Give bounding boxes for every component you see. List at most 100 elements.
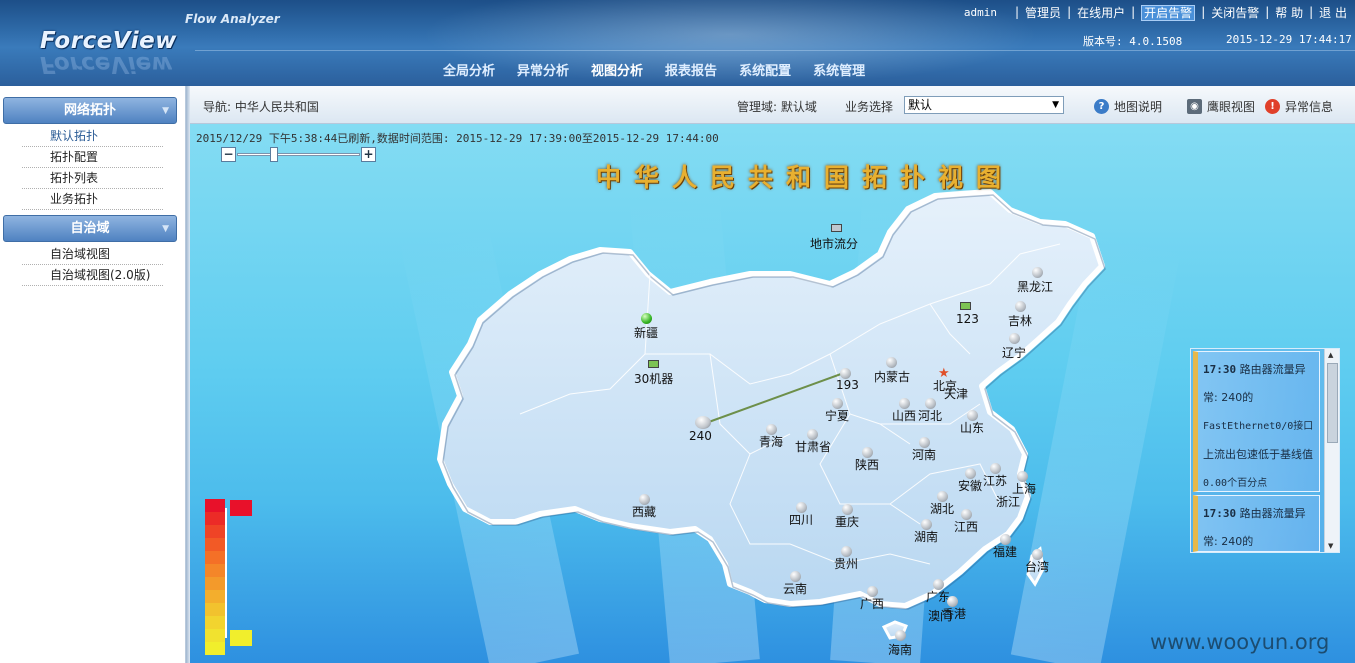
- alert-item[interactable]: 17:30 路由器流量异 常: 240的: [1193, 495, 1320, 552]
- sidebar: 网络拓扑 ▼ 默认拓扑 拓扑配置 拓扑列表 业务拓扑 自治域 ▼ 自治域视图 自…: [0, 86, 186, 663]
- sidebar-item-business-topology[interactable]: 业务拓扑: [22, 189, 163, 210]
- scroll-thumb[interactable]: [1327, 363, 1338, 443]
- node-label: 30机器: [634, 372, 674, 386]
- username: admin: [963, 5, 997, 19]
- legend-swatch: [205, 603, 225, 616]
- node-label: 山西: [892, 409, 917, 423]
- china-map-shape: [437, 189, 1106, 640]
- node-icon: [641, 313, 652, 324]
- link-icon: [831, 224, 842, 232]
- legend-swatch: [205, 499, 225, 512]
- node-label: 浙江: [996, 495, 1021, 509]
- alert-scrollbar[interactable]: ▲ ▼: [1324, 349, 1339, 552]
- link-online-users[interactable]: 在线用户: [1071, 4, 1131, 21]
- node-label: 山东: [960, 421, 985, 435]
- sidebar-item-default-topology[interactable]: 默认拓扑: [22, 126, 163, 147]
- collapse-arrow-icon[interactable]: ▼: [162, 99, 169, 124]
- node-label: 四川: [789, 513, 814, 527]
- map-help-button[interactable]: ? 地图说明: [1094, 98, 1162, 115]
- nav-global-analysis[interactable]: 全局分析: [432, 60, 506, 79]
- nav-reports[interactable]: 报表报告: [654, 60, 728, 79]
- node-label: 黑龙江: [1017, 280, 1054, 294]
- alert-text: 常: 240的: [1203, 535, 1254, 548]
- help-icon: ?: [1094, 99, 1109, 114]
- collapse-arrow-icon[interactable]: ▼: [162, 217, 169, 242]
- legend-swatch: [205, 590, 225, 603]
- scroll-down-icon[interactable]: ▼: [1328, 542, 1333, 550]
- sidebar-item-as-view[interactable]: 自治域视图: [22, 244, 163, 265]
- sidebar-item-as-view-v2[interactable]: 自治域视图(2.0版): [22, 265, 163, 286]
- management-domain: 管理域: 默认域: [737, 100, 817, 114]
- link-enable-alerts[interactable]: 开启告警: [1141, 4, 1196, 21]
- node-label: 安徽: [958, 479, 983, 493]
- node-icon: [1032, 267, 1043, 278]
- zoom-thumb[interactable]: [270, 147, 278, 162]
- datetime-text: 2015-12-29 17:44:17: [1226, 33, 1352, 46]
- alert-item[interactable]: 17:30 路由器流量异 常: 240的 FastEthernet0/0接口 上…: [1193, 351, 1320, 492]
- sidebar-item-topology-list[interactable]: 拓扑列表: [22, 168, 163, 189]
- section-title: 网络拓扑: [63, 103, 116, 118]
- warning-icon: !: [1265, 99, 1280, 114]
- legend-swatch: [205, 577, 225, 590]
- alert-text: 上流出包速低于基线值: [1203, 448, 1313, 461]
- legend-swatch: [205, 538, 225, 551]
- link-icon: [960, 302, 971, 310]
- scroll-up-icon[interactable]: ▲: [1328, 351, 1333, 359]
- node-icon: [886, 357, 897, 368]
- node-label: 江西: [954, 520, 979, 534]
- sidebar-section-topology[interactable]: 网络拓扑 ▼: [3, 97, 177, 124]
- legend-min-swatch: [230, 630, 252, 646]
- business-select[interactable]: 默认 ▼: [904, 96, 1064, 114]
- product-name: Flow Analyzer: [185, 12, 280, 26]
- sidebar-item-topology-config[interactable]: 拓扑配置: [22, 147, 163, 168]
- sidebar-section-autonomous-domain[interactable]: 自治域 ▼: [3, 215, 177, 242]
- node-label: 海南: [888, 643, 913, 657]
- nav-anomaly-analysis[interactable]: 异常分析: [506, 60, 580, 79]
- zoom-in-button[interactable]: +: [361, 147, 376, 162]
- node-label: 193: [836, 378, 859, 392]
- link-logout[interactable]: 退 出: [1313, 4, 1355, 21]
- node-icon: [895, 630, 906, 641]
- dropdown-arrow-icon[interactable]: ▼: [1052, 97, 1059, 113]
- alert-panel[interactable]: 17:30 路由器流量异 常: 240的 FastEthernet0/0接口 上…: [1190, 348, 1340, 553]
- link-help[interactable]: 帮 助: [1269, 4, 1309, 21]
- alert-text: 路由器流量异: [1239, 507, 1306, 520]
- link-disable-alerts[interactable]: 关闭告警: [1205, 4, 1265, 21]
- breadcrumb: 导航: 中华人民共和国: [203, 100, 319, 114]
- legend-swatch: [205, 525, 225, 538]
- eagle-view-button[interactable]: ◉ 鹰眼视图: [1187, 98, 1255, 115]
- anomaly-info-button[interactable]: ! 异常信息: [1265, 98, 1333, 115]
- node-label: 贵州: [834, 557, 859, 571]
- link-admin[interactable]: 管理员: [1019, 4, 1067, 21]
- topology-map[interactable]: 2015/12/29 下午5:38:44已刷新,数据时间范围: 2015-12-…: [190, 124, 1355, 663]
- node-label: 辽宁: [1002, 346, 1027, 360]
- legend-swatch: [205, 551, 225, 564]
- node-label: 西藏: [632, 505, 657, 519]
- app-header: ForceView ForceView Flow Analyzer admin …: [0, 0, 1355, 86]
- main-content: 导航: 中华人民共和国 管理域: 默认域 业务选择 默认 ▼ ? 地图说明 ◉ …: [190, 86, 1355, 663]
- anomaly-info-label: 异常信息: [1285, 100, 1334, 114]
- zoom-out-button[interactable]: −: [221, 147, 236, 162]
- content-toolbar: 导航: 中华人民共和国 管理域: 默认域 业务选择 默认 ▼ ? 地图说明 ◉ …: [190, 86, 1355, 124]
- version-text: 版本号: 4.0.1508: [1083, 35, 1183, 48]
- zoom-slider[interactable]: − +: [221, 147, 377, 162]
- node-label: 甘肃省: [795, 440, 832, 454]
- logo-reflection: ForceView: [40, 54, 173, 74]
- node-label: 天津: [944, 387, 969, 401]
- header-divider: [195, 50, 1355, 51]
- node-label: 重庆: [835, 515, 860, 529]
- zoom-track[interactable]: [237, 153, 360, 156]
- nav-system-config[interactable]: 系统配置: [728, 60, 802, 79]
- map-title: 中华人民共和国拓扑视图: [596, 163, 1015, 192]
- nav-view-analysis[interactable]: 视图分析: [580, 60, 654, 79]
- logo: ForceView: [40, 28, 177, 54]
- legend-swatch: [205, 616, 225, 629]
- main-nav: 全局分析 异常分析 视图分析 报表报告 系统配置 系统管理: [432, 60, 876, 79]
- node-label: 青海: [759, 435, 784, 449]
- alert-text: 0.00个百分点: [1203, 478, 1268, 489]
- node-label: 新疆: [634, 326, 659, 340]
- legend-swatch: [205, 564, 225, 577]
- nav-system-admin[interactable]: 系统管理: [802, 60, 876, 79]
- legend-divider: [225, 508, 227, 638]
- node-label: 陕西: [855, 458, 880, 472]
